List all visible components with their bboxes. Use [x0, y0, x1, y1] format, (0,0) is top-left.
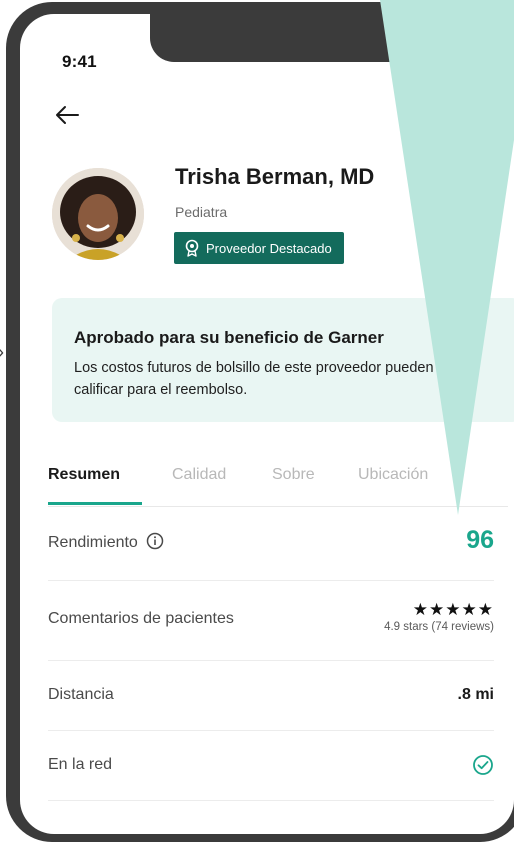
network-status — [472, 754, 494, 781]
tab-ubicacion[interactable]: Ubicación — [358, 466, 428, 484]
network-row: En la red — [48, 730, 494, 801]
performance-score: 96 — [466, 526, 494, 554]
active-tab-indicator — [48, 502, 142, 505]
network-label: En la red — [48, 756, 113, 773]
featured-provider-badge: Proveedor Destacado — [174, 232, 344, 264]
reviews-row[interactable]: Comentarios de pacientes ★★★★★ 4.9 stars… — [48, 580, 494, 661]
tab-bar: Resumen Calidad Sobre Ubicación — [48, 454, 508, 507]
tab-calidad[interactable]: Calidad — [172, 466, 226, 484]
check-circle-icon — [473, 755, 493, 775]
phone-screen: 9:41 Trisha Berman, MD Pediatra Proveedo… — [20, 14, 514, 834]
benefit-card-body: Los costos futuros de bolsillo de este p… — [74, 360, 434, 398]
info-icon[interactable] — [146, 532, 164, 550]
back-button[interactable] — [54, 104, 80, 126]
badge-label: Proveedor Destacado — [206, 240, 332, 256]
reviews-label: Comentarios de pacientes — [48, 610, 234, 627]
benefit-approval-card: Aprobado para su beneficio de Garner Los… — [52, 298, 514, 422]
performance-row: Rendimiento 96 — [48, 506, 494, 581]
avatar — [52, 168, 144, 260]
star-rating: ★★★★★ — [412, 600, 494, 619]
performance-label: Rendimiento — [48, 532, 164, 552]
distance-label: Distancia — [48, 686, 114, 703]
status-time: 9:41 — [62, 52, 97, 71]
provider-specialty: Pediatra — [175, 204, 228, 220]
phone-notch — [150, 14, 420, 62]
award-ribbon-icon — [185, 239, 199, 257]
left-edge-fragment: › — [0, 342, 4, 363]
tab-sobre[interactable]: Sobre — [272, 466, 315, 484]
performance-label-text: Rendimiento — [48, 534, 138, 551]
distance-row: Distancia .8 mi — [48, 660, 494, 731]
arrow-left-icon — [56, 106, 79, 124]
distance-value: .8 mi — [457, 686, 494, 703]
tab-resumen[interactable]: Resumen — [48, 466, 120, 484]
screenshot-canvas: 9:41 Trisha Berman, MD Pediatra Proveedo… — [0, 0, 514, 842]
reviews-summary: 4.9 stars (74 reviews) — [384, 621, 494, 633]
provider-photo — [52, 168, 144, 260]
provider-name: Trisha Berman, MD — [175, 164, 375, 189]
benefit-card-title: Aprobado para su beneficio de Garner — [74, 328, 384, 347]
reviews-value: ★★★★★ 4.9 stars (74 reviews) — [384, 600, 494, 633]
